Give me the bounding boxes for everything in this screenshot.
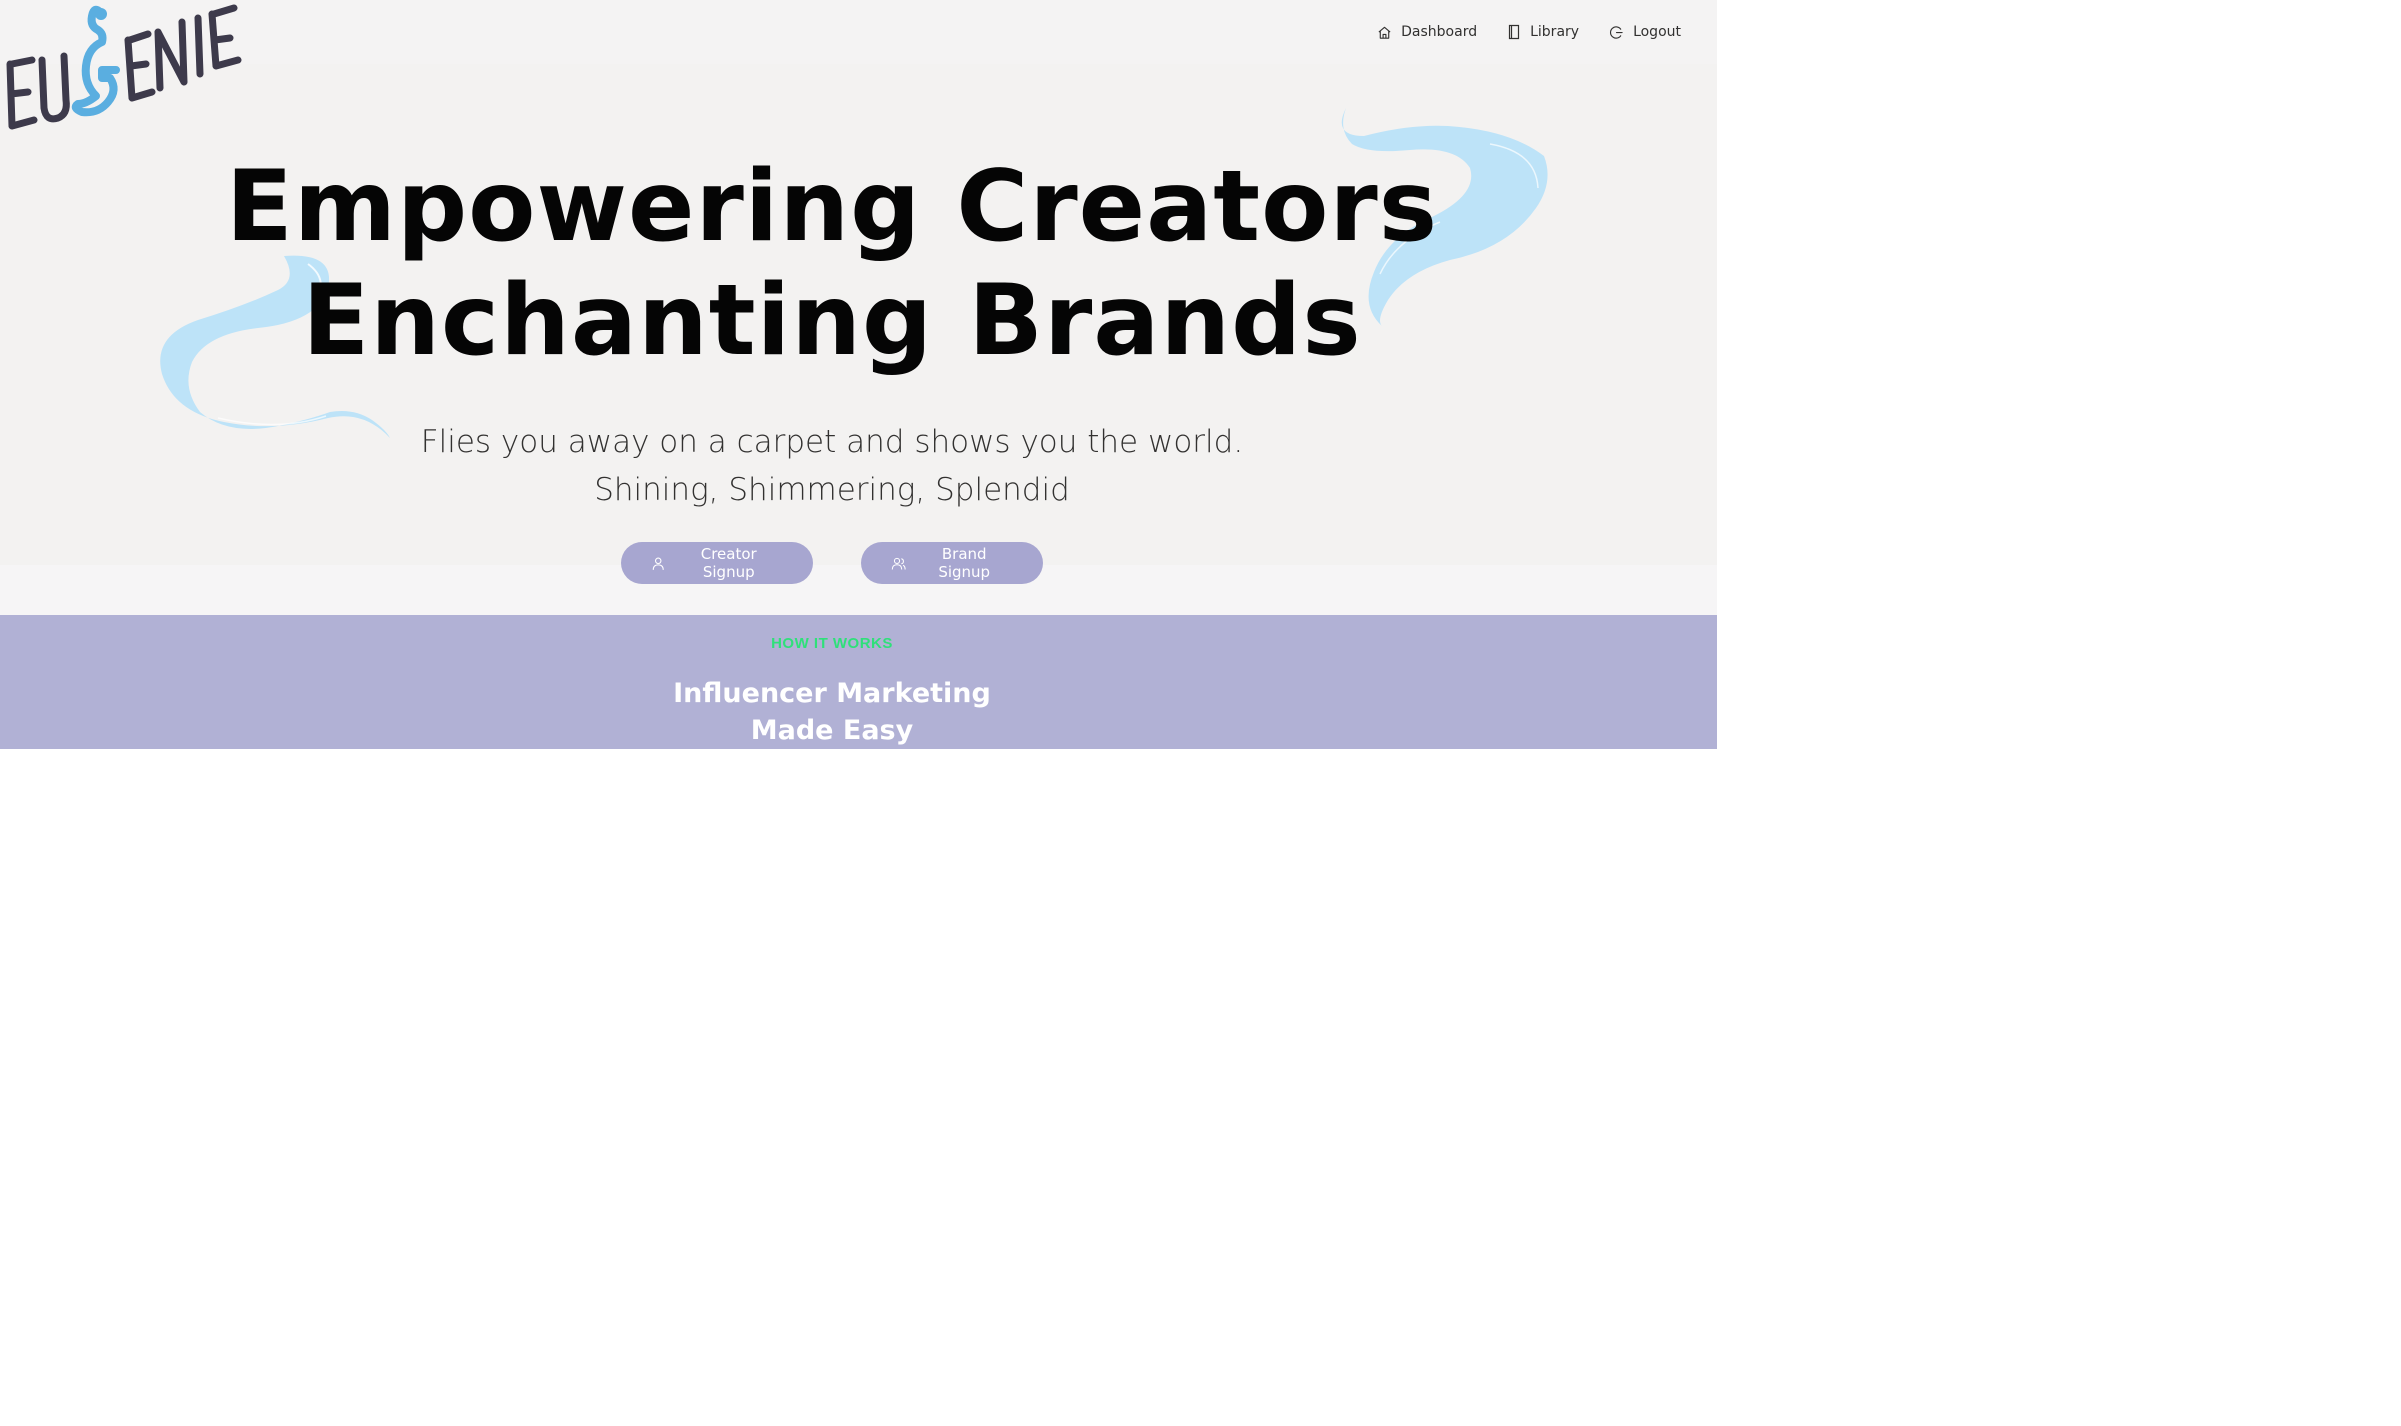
- signup-buttons: Creator Signup Brand Signup: [0, 542, 1664, 584]
- nav-dashboard-label: Dashboard: [1401, 24, 1478, 40]
- how-it-works-eyebrow: HOW IT WORKS: [771, 635, 893, 652]
- hero-headline: Empowering Creators Enchanting Brands: [0, 150, 1664, 378]
- nav-dashboard[interactable]: Dashboard: [1377, 20, 1477, 44]
- nav-library[interactable]: Library: [1507, 20, 1579, 44]
- nav-library-label: Library: [1530, 24, 1580, 40]
- hero-section: Dashboard Library Logout Empowering Crea…: [0, 0, 1717, 615]
- subline-line-1: Flies you away on a carpet and shows you…: [420, 424, 1244, 460]
- book-icon: [1509, 24, 1520, 40]
- person-icon: [652, 557, 664, 570]
- headline-line-1: Empowering Creators: [225, 150, 1439, 264]
- headline-line-2: Enchanting Brands: [302, 264, 1362, 378]
- how-title-line-1: Influencer Marketing: [673, 678, 991, 709]
- brand-signup-button[interactable]: Brand Signup: [861, 542, 1043, 584]
- nav-logout-label: Logout: [1633, 24, 1681, 40]
- page: Dashboard Library Logout Empowering Crea…: [0, 0, 1717, 749]
- home-icon: [1378, 26, 1391, 39]
- people-icon: [891, 557, 906, 570]
- creator-signup-label: Creator Signup: [700, 545, 757, 581]
- nav-logout[interactable]: Logout: [1609, 20, 1681, 44]
- top-nav: Dashboard Library Logout: [1377, 20, 1681, 44]
- how-it-works-title: Influencer Marketing Made Easy: [0, 675, 1664, 749]
- creator-signup-button[interactable]: Creator Signup: [621, 542, 813, 584]
- how-it-works-section: HOW IT WORKS Influencer Marketing Made E…: [0, 615, 1717, 749]
- how-title-line-2: Made Easy: [750, 715, 914, 746]
- brand-signup-label: Brand Signup: [938, 545, 991, 581]
- eugenie-logo[interactable]: [6, 4, 242, 132]
- hero-subline: Flies you away on a carpet and shows you…: [0, 418, 1664, 514]
- subline-line-2: Shining, Shimmering, Splendid: [594, 472, 1070, 508]
- logout-icon: [1610, 25, 1623, 39]
